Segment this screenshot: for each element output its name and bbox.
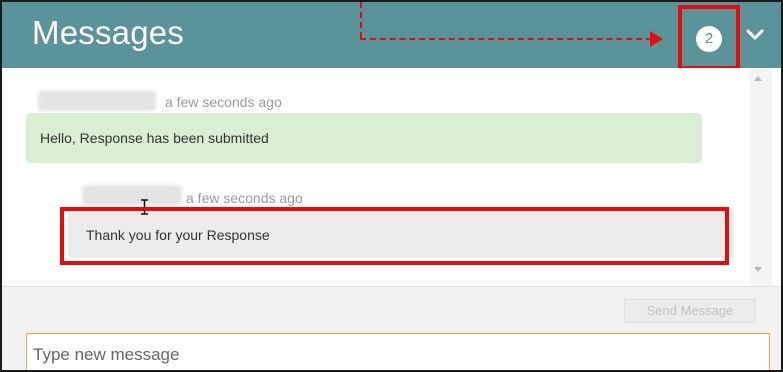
sender-name-redacted [82,185,182,205]
message-text: Hello, Response has been submitted [40,130,269,146]
composer-footer: Send Message [2,286,781,370]
messages-header: Messages 2 [2,2,781,70]
message-timestamp: a few seconds ago [165,94,282,110]
annotation-arrow-head [650,31,663,47]
send-message-button[interactable]: Send Message [624,299,756,323]
message-input[interactable] [26,333,770,370]
badge-highlight-box [678,5,740,70]
message-list-scrollbar[interactable] [750,68,772,286]
header-title: Messages [32,14,185,51]
scroll-up-icon[interactable] [754,76,762,81]
message-bubble-received: Hello, Response has been submitted [26,113,702,163]
sender-name-redacted [38,91,156,111]
messages-panel: Messages 2 a few seconds ago Hello, Resp… [0,0,783,372]
message-timestamp: a few seconds ago [186,190,303,206]
chevron-down-icon[interactable] [746,28,764,42]
annotation-arrow-horizontal [360,38,652,40]
annotation-arrow-vertical [360,2,362,38]
scroll-down-icon[interactable] [754,267,762,272]
message-highlight-box [60,207,729,265]
